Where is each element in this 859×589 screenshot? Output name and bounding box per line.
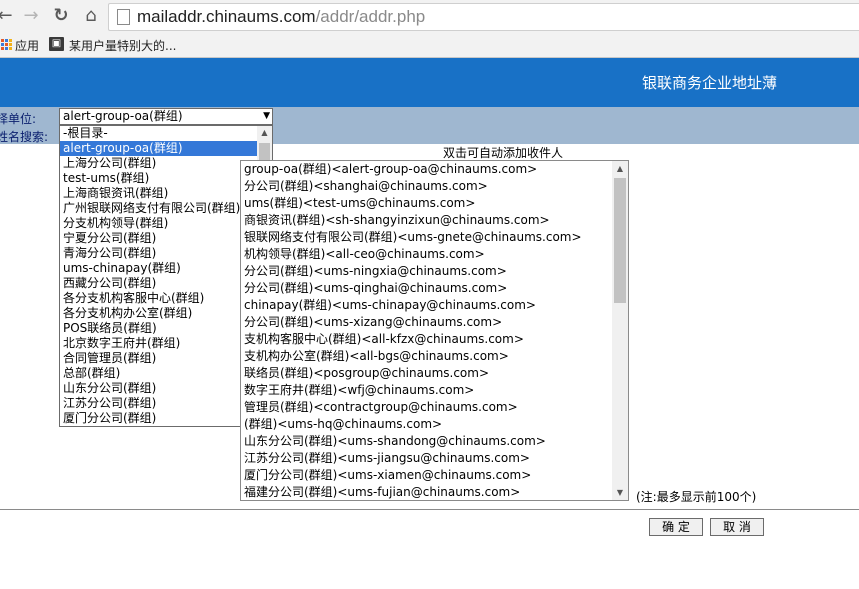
url-text[interactable]: mailaddr.chinaums.com/addr/addr.php [137,4,425,30]
page-icon [117,9,130,25]
address-bar[interactable]: mailaddr.chinaums.com/addr/addr.php [108,3,859,31]
unit-option[interactable]: 北京数字王府井(群组) [60,336,257,351]
recipient-item[interactable]: chinapay(群组)<ums-chinapay@chinaums.com> [244,297,612,314]
recipient-item[interactable]: 厦门分公司(群组)<ums-xiamen@chinaums.com> [244,467,612,484]
apps-grid-icon[interactable] [1,39,12,50]
unit-option[interactable]: 上海商银资讯(群组) [60,186,257,201]
bookmarks-bar: 应用 ▣ 某用户量特别大的... [0,33,859,58]
recipient-scrollbar[interactable]: ▲ ▼ [612,161,628,500]
unit-option[interactable]: 西藏分公司(群组) [60,276,257,291]
reload-icon[interactable]: ↻ [50,5,72,27]
ok-button[interactable]: 确 定 [649,518,703,536]
recipient-listbox[interactable]: group-oa(群组)<alert-group-oa@chinaums.com… [240,160,629,501]
recipient-hint: 双击可自动添加收件人 [443,146,564,160]
recipient-item[interactable]: 分公司(群组)<ums-ningxia@chinaums.com> [244,263,612,280]
recipient-item[interactable]: 分公司(群组)<shanghai@chinaums.com> [244,178,612,195]
recipient-item[interactable]: 山东分公司(群组)<ums-shandong@chinaums.com> [244,433,612,450]
unit-select-value: alert-group-oa(群组) [63,109,183,123]
name-search-label: 姓名搜索: [0,130,49,144]
recipient-item[interactable]: group-oa(群组)<alert-group-oa@chinaums.com… [244,161,612,178]
recipient-item[interactable]: ums(群组)<test-ums@chinaums.com> [244,195,612,212]
unit-label: 择单位: [0,112,37,126]
recipient-items: group-oa(群组)<alert-group-oa@chinaums.com… [244,161,612,500]
scroll-up-icon[interactable]: ▲ [257,126,272,140]
unit-option-selected[interactable]: alert-group-oa(群组) [60,141,257,156]
scroll-down-icon[interactable]: ▼ [612,485,628,500]
unit-option[interactable]: 青海分公司(群组) [60,246,257,261]
unit-option[interactable]: 分支机构领导(群组) [60,216,257,231]
recipient-item[interactable]: 管理员(群组)<contractgroup@chinaums.com> [244,399,612,416]
recipient-item[interactable]: 分公司(群组)<ums-qinghai@chinaums.com> [244,280,612,297]
unit-option[interactable]: 上海分公司(群组) [60,156,257,171]
unit-option[interactable]: 各分支机构办公室(群组) [60,306,257,321]
recipient-item[interactable]: 分公司(群组)<ums-xizang@chinaums.com> [244,314,612,331]
recipient-item[interactable]: 商银资讯(群组)<sh-shangyinzixun@chinaums.com> [244,212,612,229]
unit-option[interactable]: -根目录- [60,126,257,141]
chevron-down-icon[interactable]: ▼ [263,109,270,124]
limit-note: (注:最多显示前100个) [636,490,757,504]
page-title: 银联商务企业地址薄 [641,74,777,92]
unit-option[interactable]: ums-chinapay(群组) [60,261,257,276]
recipient-item[interactable]: 联络员(群组)<posgroup@chinaums.com> [244,365,612,382]
recipient-item[interactable]: 银联网络支付有限公司(群组)<ums-gnete@chinaums.com> [244,229,612,246]
unit-option[interactable]: 合同管理员(群组) [60,351,257,366]
unit-option[interactable]: 宁夏分公司(群组) [60,231,257,246]
unit-option[interactable]: 厦门分公司(群组) [60,411,257,426]
divider [0,509,859,510]
bookmark-favicon-icon: ▣ [49,37,64,51]
cancel-button[interactable]: 取 消 [710,518,764,536]
forward-arrow-icon[interactable]: → [20,5,42,27]
browser-toolbar: ← → ↻ ⌂ mailaddr.chinaums.com/addr/addr.… [0,0,859,34]
recipient-item[interactable]: 福建分公司(群组)<ums-fujian@chinaums.com> [244,484,612,500]
back-arrow-icon[interactable]: ← [0,5,16,27]
recipient-item[interactable]: 支机构办公室(群组)<all-bgs@chinaums.com> [244,348,612,365]
url-host: mailaddr.chinaums.com [137,7,316,26]
home-icon[interactable]: ⌂ [80,5,102,27]
recipient-item[interactable]: (群组)<ums-hq@chinaums.com> [244,416,612,433]
recipient-item[interactable]: 机构领导(群组)<all-ceo@chinaums.com> [244,246,612,263]
page-header: 银联商务企业地址薄 [0,58,859,107]
unit-option[interactable]: 江苏分公司(群组) [60,396,257,411]
url-path: /addr/addr.php [315,7,426,26]
scrollbar-thumb[interactable] [614,178,626,303]
unit-option[interactable]: 各分支机构客服中心(群组) [60,291,257,306]
unit-option[interactable]: 山东分公司(群组) [60,381,257,396]
unit-option[interactable]: test-ums(群组) [60,171,257,186]
unit-option[interactable]: POS联络员(群组) [60,321,257,336]
recipient-item[interactable]: 支机构客服中心(群组)<all-kfzx@chinaums.com> [244,331,612,348]
unit-option[interactable]: 广州银联网络支付有限公司(群组) [60,201,257,216]
unit-option[interactable]: 总部(群组) [60,366,257,381]
recipient-item[interactable]: 数字王府井(群组)<wfj@chinaums.com> [244,382,612,399]
unit-select[interactable]: alert-group-oa(群组) ▼ [59,108,273,125]
scroll-up-icon[interactable]: ▲ [612,161,628,176]
bookmark-item[interactable]: 某用户量特别大的... [69,37,176,54]
unit-options: -根目录- alert-group-oa(群组) 上海分公司(群组) test-… [60,126,257,426]
recipient-item[interactable]: 江苏分公司(群组)<ums-jiangsu@chinaums.com> [244,450,612,467]
bookmark-apps[interactable]: 应用 [15,37,39,54]
